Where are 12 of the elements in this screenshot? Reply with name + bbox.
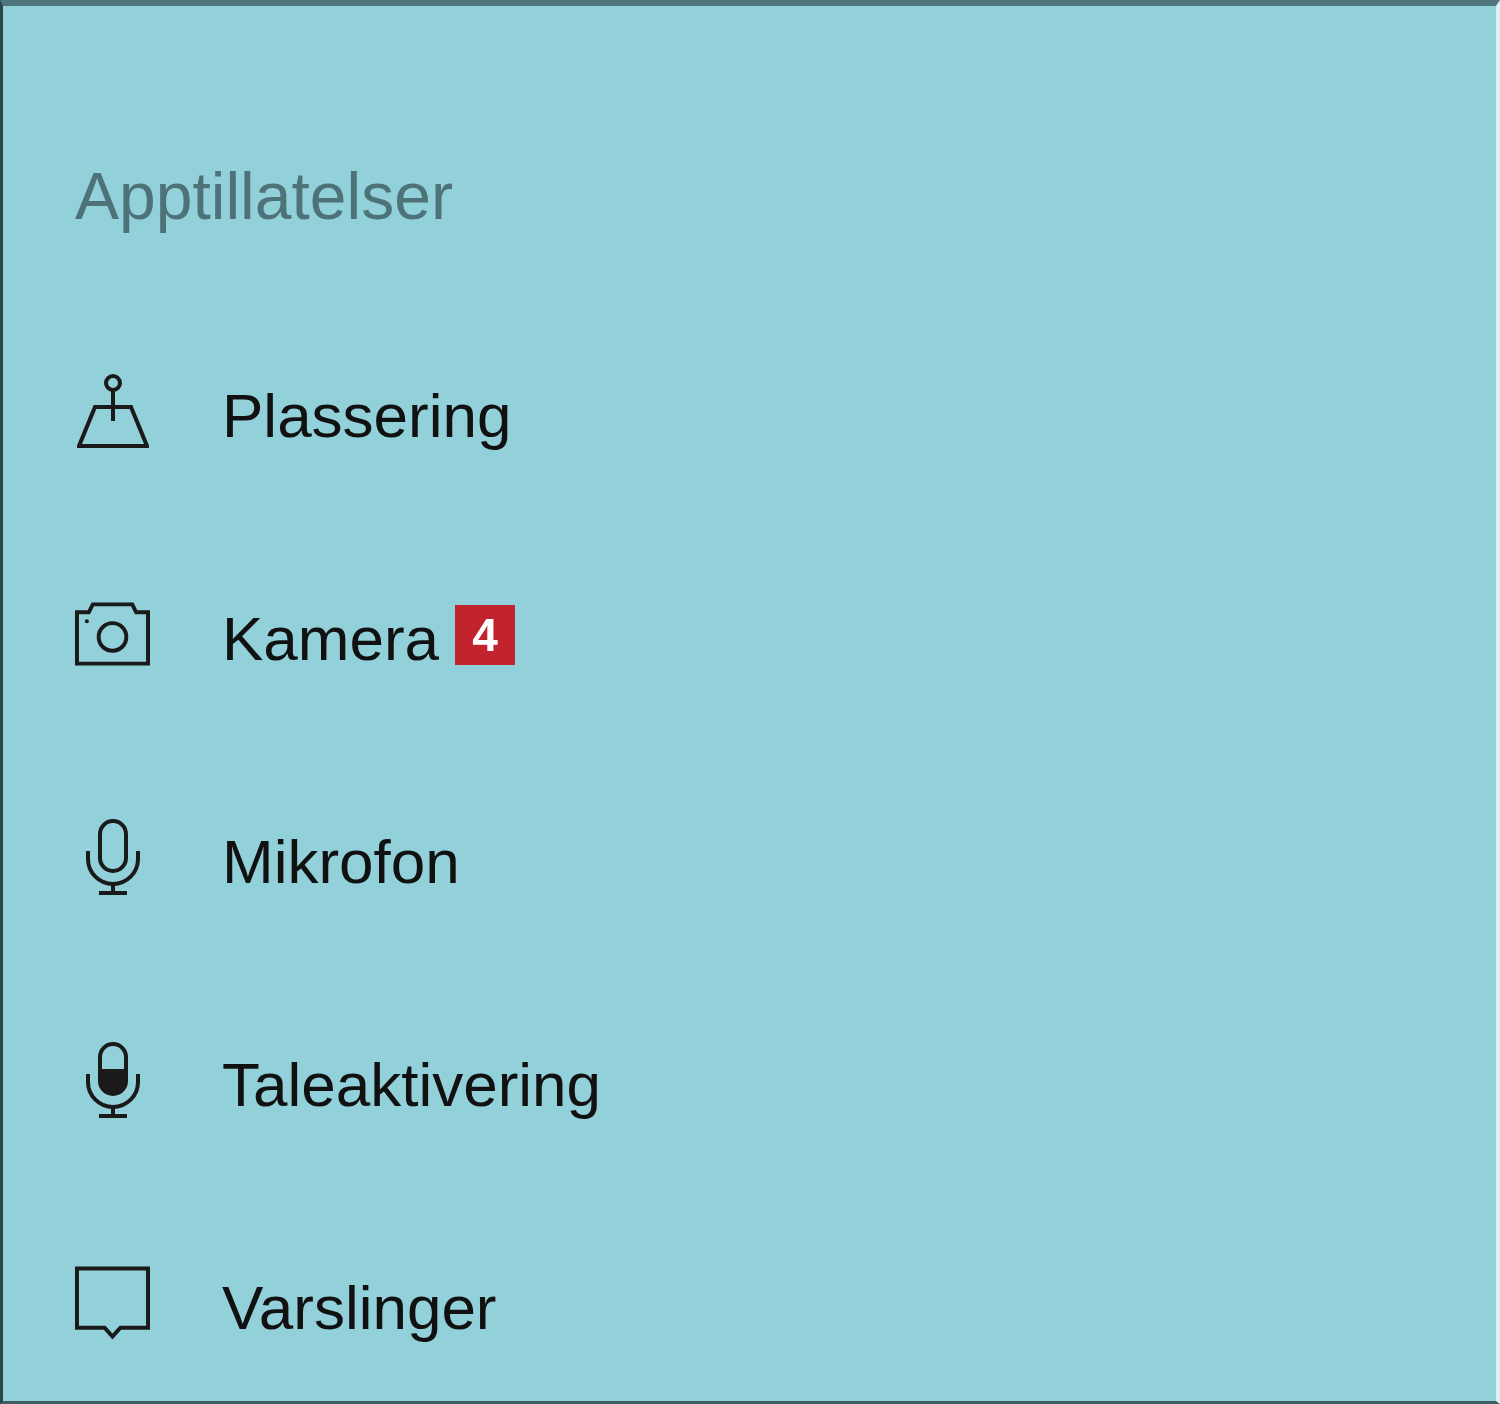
section-heading: Apptillatelser [75,158,453,235]
camera-icon [75,601,150,666]
map-pin-icon [76,372,149,449]
count-badge: 4 [455,604,516,665]
speech-bubble-icon [75,1265,150,1340]
nav-item[interactable]: Kamera [75,600,440,677]
microphone-icon [84,1041,141,1118]
nav-item[interactable]: Varslinger [75,1265,497,1350]
nav-item[interactable]: Plassering [75,372,512,459]
microphone-icon [84,818,141,895]
nav-item[interactable]: Mikrofon [75,818,460,905]
nav-item[interactable]: Taleaktivering [75,1041,602,1128]
